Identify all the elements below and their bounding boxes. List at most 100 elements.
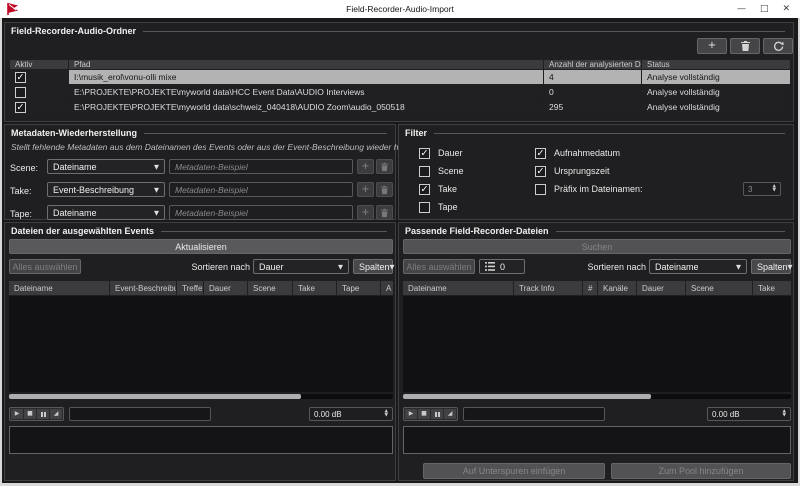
scrollbar-thumb[interactable] <box>403 394 651 399</box>
events-columns-button[interactable]: Spalten▼ <box>353 259 393 274</box>
column-header[interactable]: Dauer <box>637 281 685 295</box>
stop-button[interactable]: ■ <box>24 409 36 419</box>
chevron-down-icon: ▼ <box>154 186 159 194</box>
search-button[interactable]: Suchen <box>403 239 791 254</box>
event-files-table-body[interactable] <box>9 296 393 392</box>
filter-scene[interactable]: Scene <box>419 164 464 178</box>
prefix-length-stepper[interactable]: 3 ▲▼ <box>743 182 781 196</box>
tape-source-select[interactable]: Dateiname▼ <box>47 205 165 220</box>
filter-take[interactable]: Take <box>419 182 457 196</box>
event-volume-stepper[interactable]: 0.00 dB ▲▼ <box>309 407 393 421</box>
scene-source-select[interactable]: Dateiname▼ <box>47 159 165 174</box>
tape-delete-button[interactable] <box>376 205 393 220</box>
filter-tape[interactable]: Tape <box>419 200 458 214</box>
event-files-hscrollbar[interactable] <box>9 394 393 399</box>
trash-icon <box>380 185 389 195</box>
ursprungszeit-checkbox[interactable] <box>535 166 546 177</box>
plus-icon: + <box>708 41 716 51</box>
take-checkbox[interactable] <box>419 184 430 195</box>
maximize-button[interactable]: □ <box>760 0 769 18</box>
recorder-files-table-body[interactable] <box>403 296 791 392</box>
insert-on-lanes-button[interactable]: Auf Unterspuren einfügen <box>423 463 605 479</box>
column-header[interactable]: Scene <box>248 281 292 295</box>
matches-sort-select[interactable]: Dateiname▼ <box>649 259 747 274</box>
take-example-input <box>169 182 353 197</box>
filter-prefix[interactable]: Präfix im Dateinamen: <box>535 182 643 196</box>
select-all-events-button[interactable]: Alles auswählen <box>9 259 81 274</box>
prefix-checkbox[interactable] <box>535 184 546 195</box>
metadata-restore-section: Metadaten-Wiederherstellung Stellt fehle… <box>4 124 396 220</box>
column-header[interactable]: Kanäle <box>598 281 636 295</box>
column-header-anzahl[interactable]: Anzahl der analysierten Dateien <box>544 60 641 69</box>
matches-columns-button[interactable]: Spalten▼ <box>751 259 791 274</box>
auto-play-button[interactable]: ◢ <box>50 409 62 419</box>
folder-row[interactable]: I:\musik_erol\vonu-olli mixe 4 Analyse v… <box>10 70 790 84</box>
take-add-button[interactable]: + <box>357 182 374 197</box>
filter-ursprungszeit[interactable]: Ursprungszeit <box>535 164 610 178</box>
chevron-down-icon: ▼ <box>788 263 793 271</box>
column-header[interactable]: Scene <box>686 281 752 295</box>
sort-by-label: Sortieren nach <box>551 262 646 272</box>
event-files-table-header: Dateiname Event-Beschreibung Treffer Dau… <box>9 281 393 295</box>
column-header[interactable]: # <box>583 281 597 295</box>
list-icon <box>485 262 495 271</box>
recorder-files-hscrollbar[interactable] <box>403 394 791 399</box>
add-to-pool-button[interactable]: Zum Pool hinzufügen <box>611 463 791 479</box>
close-button[interactable]: ✕ <box>782 0 790 18</box>
column-header[interactable]: Take <box>753 281 791 295</box>
folder-active-checkbox[interactable] <box>15 102 26 113</box>
scene-checkbox[interactable] <box>419 166 430 177</box>
column-header-status[interactable]: Status <box>642 60 790 69</box>
scene-delete-button[interactable] <box>376 159 393 174</box>
minimize-button[interactable]: — <box>737 0 746 18</box>
pause-button[interactable] <box>431 409 443 419</box>
add-folder-button[interactable]: + <box>697 38 727 54</box>
refresh-events-button[interactable]: Aktualisieren <box>9 239 393 254</box>
scrollbar-thumb[interactable] <box>9 394 301 399</box>
tape-checkbox[interactable] <box>419 202 430 213</box>
recorder-volume-stepper[interactable]: 0.00 dB ▲▼ <box>707 407 791 421</box>
recorder-playback-position-bar[interactable] <box>463 407 605 421</box>
ramp-icon: ◢ <box>448 411 453 417</box>
filter-section-title: Filter <box>405 128 427 138</box>
play-button[interactable]: ▶ <box>11 409 23 419</box>
column-header[interactable]: Dauer <box>204 281 247 295</box>
take-source-select[interactable]: Event-Beschreibung▼ <box>47 182 165 197</box>
column-header[interactable]: A <box>381 281 393 295</box>
stop-button[interactable]: ■ <box>418 409 430 419</box>
play-button[interactable]: ▶ <box>405 409 417 419</box>
ramp-icon: ◢ <box>54 411 59 417</box>
auto-play-button[interactable]: ◢ <box>444 409 456 419</box>
column-header[interactable]: Treffer <box>177 281 203 295</box>
column-header[interactable]: Tape <box>337 281 380 295</box>
folder-active-checkbox[interactable] <box>15 87 26 98</box>
column-header[interactable]: Track Info <box>514 281 582 295</box>
column-header[interactable]: Dateiname <box>403 281 513 295</box>
pause-button[interactable] <box>37 409 49 419</box>
events-sort-select[interactable]: Dauer▼ <box>253 259 349 274</box>
filter-aufnahmedatum[interactable]: Aufnahmedatum <box>535 146 620 160</box>
column-header[interactable]: Take <box>293 281 336 295</box>
take-delete-button[interactable] <box>376 182 393 197</box>
event-playback-position-bar[interactable] <box>69 407 211 421</box>
tape-add-button[interactable]: + <box>357 205 374 220</box>
folder-active-checkbox[interactable] <box>15 72 26 83</box>
plus-icon: + <box>361 185 369 195</box>
remove-folder-button[interactable] <box>730 38 760 54</box>
aufnahmedatum-checkbox[interactable] <box>535 148 546 159</box>
filter-dauer[interactable]: Dauer <box>419 146 463 160</box>
column-header-aktiv[interactable]: Aktiv <box>10 60 68 69</box>
chevron-down-icon: ▼ <box>154 209 159 217</box>
column-header-pfad[interactable]: Pfad <box>69 60 543 69</box>
dauer-checkbox[interactable] <box>419 148 430 159</box>
folder-row[interactable]: E:\PROJEKTE\PROJEKTE\myworld data\schwei… <box>10 100 790 114</box>
folder-row[interactable]: E:\PROJEKTE\PROJEKTE\myworld data\HCC Ev… <box>10 85 790 99</box>
select-all-matches-button[interactable]: Alles auswählen <box>403 259 475 274</box>
column-header[interactable]: Dateiname <box>9 281 109 295</box>
stepper-arrows-icon[interactable]: ▲▼ <box>773 185 776 193</box>
scene-add-button[interactable]: + <box>357 159 374 174</box>
stepper-arrows-icon[interactable]: ▲▼ <box>783 410 786 418</box>
column-header[interactable]: Event-Beschreibung <box>110 281 176 295</box>
rescan-folders-button[interactable] <box>763 38 793 54</box>
stepper-arrows-icon[interactable]: ▲▼ <box>385 410 388 418</box>
